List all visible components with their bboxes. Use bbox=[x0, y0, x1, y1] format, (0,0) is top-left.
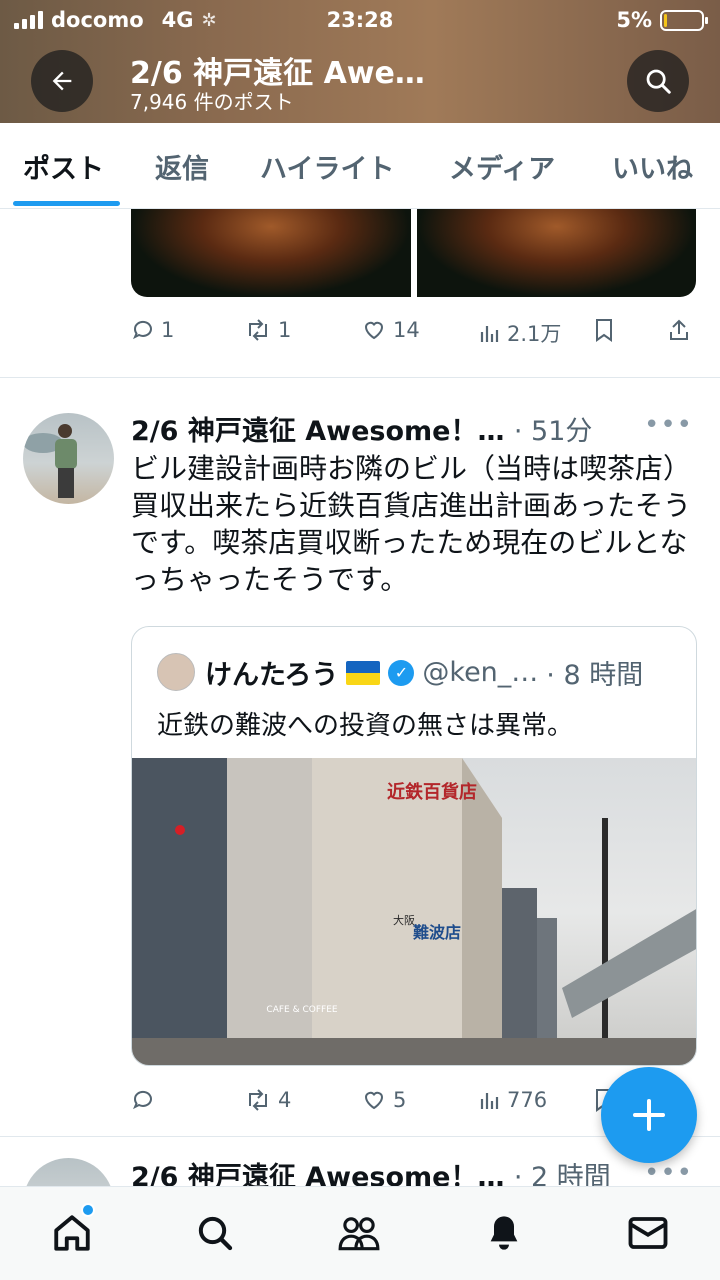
repost-button[interactable]: 1 bbox=[244, 318, 291, 342]
tab-replies[interactable]: 返信 bbox=[155, 147, 209, 186]
quote-time[interactable]: · 8 時間 bbox=[546, 653, 643, 692]
ukraine-flag-icon bbox=[346, 660, 381, 685]
repost-icon bbox=[249, 1089, 267, 1111]
more-options-icon[interactable]: ••• bbox=[644, 410, 693, 440]
post-header: 2/6 神戸遠征 Awesome！… · 51分 bbox=[131, 409, 592, 448]
search-button[interactable] bbox=[627, 50, 689, 112]
profile-header: docomo 4G ✲ 23:28 5% 2/6 神戸遠征 Awe… 7,946… bbox=[0, 0, 720, 123]
nav-home[interactable] bbox=[50, 1211, 94, 1255]
battery-percent: 5% bbox=[616, 8, 652, 32]
sign-cafe: CAFE & COFFEE bbox=[266, 1005, 337, 1015]
status-bar: docomo 4G ✲ 23:28 5% bbox=[0, 0, 720, 40]
quote-avatar[interactable] bbox=[157, 653, 195, 691]
quote-header: けんたろう ✓ @ken_… · 8 時間 bbox=[205, 653, 643, 692]
battery-icon bbox=[660, 9, 708, 31]
nav-notifications[interactable] bbox=[482, 1211, 526, 1255]
people-icon bbox=[338, 1217, 380, 1251]
repost-count: 1 bbox=[278, 318, 292, 342]
share-button[interactable] bbox=[667, 318, 691, 342]
bell-icon bbox=[490, 1216, 518, 1250]
clock: 23:28 bbox=[326, 8, 394, 32]
home-icon bbox=[54, 1215, 90, 1251]
like-count: 14 bbox=[393, 318, 420, 342]
share-icon bbox=[670, 319, 688, 340]
tab-highlights[interactable]: ハイライト bbox=[260, 147, 394, 186]
repost-count: 4 bbox=[278, 1088, 292, 1112]
reply-button[interactable]: 1 bbox=[131, 318, 174, 342]
tab-posts[interactable]: ポスト bbox=[23, 147, 104, 186]
bottom-navigation bbox=[0, 1186, 720, 1280]
quote-handle[interactable]: @ken_… bbox=[422, 657, 538, 688]
quote-author-name[interactable]: けんたろう bbox=[205, 653, 338, 692]
profile-tabs: ポスト 返信 ハイライト メディア いいね bbox=[0, 123, 720, 209]
sign-namba: 難波店 bbox=[413, 923, 461, 942]
sign-osaka: 大阪 bbox=[393, 913, 415, 927]
repost-icon bbox=[249, 319, 267, 341]
tab-likes[interactable]: いいね bbox=[612, 147, 693, 186]
building-photo: 近鉄百貨店 大阪 難波店 CAFE & COFFEE bbox=[132, 758, 696, 1065]
post-text: ビル建設計画時お隣のビル（当時は喫茶店）買収出来たら近鉄百貨店進出計画あったそう… bbox=[131, 452, 692, 596]
heart-icon bbox=[364, 321, 384, 340]
like-count: 5 bbox=[393, 1088, 407, 1112]
nav-messages[interactable] bbox=[626, 1211, 670, 1255]
like-button[interactable]: 5 bbox=[361, 1088, 406, 1112]
heart-icon bbox=[364, 1091, 384, 1110]
sign-kintetsu: 近鉄百貨店 bbox=[387, 781, 477, 803]
tab-media[interactable]: メディア bbox=[449, 147, 555, 186]
views-button[interactable]: 2.1万 bbox=[479, 318, 561, 348]
active-tab-indicator bbox=[13, 201, 120, 206]
arrow-left-icon bbox=[52, 71, 72, 91]
media-image-left[interactable] bbox=[131, 209, 411, 297]
media-image-right[interactable] bbox=[416, 209, 696, 297]
bar-chart-icon bbox=[480, 326, 499, 342]
search-icon bbox=[646, 69, 671, 94]
reply-count: 1 bbox=[161, 318, 175, 342]
quote-photo[interactable]: 近鉄百貨店 大阪 難波店 CAFE & COFFEE bbox=[132, 758, 696, 1065]
mail-icon bbox=[628, 1217, 668, 1249]
quote-text: 近鉄の難波への投資の無さは異常。 bbox=[157, 711, 574, 741]
view-count: 776 bbox=[507, 1088, 548, 1112]
back-button[interactable] bbox=[31, 50, 93, 112]
unread-dot bbox=[81, 1203, 95, 1217]
bookmark-icon bbox=[596, 319, 612, 342]
bar-chart-icon bbox=[480, 1093, 499, 1109]
comment-icon bbox=[133, 1090, 152, 1110]
post-count: 7,946 件のポスト bbox=[130, 90, 294, 114]
reply-button[interactable] bbox=[131, 1088, 161, 1112]
view-count: 2.1万 bbox=[507, 322, 562, 346]
quoted-post[interactable]: けんたろう ✓ @ken_… · 8 時間 近鉄の難波への投資の無さは異常。 近… bbox=[131, 626, 697, 1066]
author-name[interactable]: 2/6 神戸遠征 Awesome！… bbox=[131, 416, 504, 447]
post-time[interactable]: · 51分 bbox=[514, 416, 593, 447]
nav-explore[interactable] bbox=[193, 1211, 237, 1255]
search-icon bbox=[198, 1216, 233, 1251]
plus-icon bbox=[633, 1099, 665, 1131]
post-media[interactable] bbox=[131, 209, 696, 297]
repost-button[interactable]: 4 bbox=[244, 1088, 291, 1112]
views-button[interactable]: 776 bbox=[479, 1088, 547, 1112]
nav-communities[interactable] bbox=[337, 1211, 381, 1255]
post-actions: 1 1 14 2.1万 bbox=[131, 318, 696, 348]
avatar-photo bbox=[23, 424, 77, 498]
post-divider bbox=[0, 377, 720, 378]
verified-badge-icon: ✓ bbox=[388, 659, 415, 686]
comment-icon bbox=[133, 320, 152, 340]
compose-button[interactable] bbox=[601, 1067, 697, 1163]
like-button[interactable]: 14 bbox=[361, 318, 420, 342]
bookmark-button[interactable] bbox=[593, 318, 615, 342]
avatar[interactable] bbox=[23, 413, 114, 504]
